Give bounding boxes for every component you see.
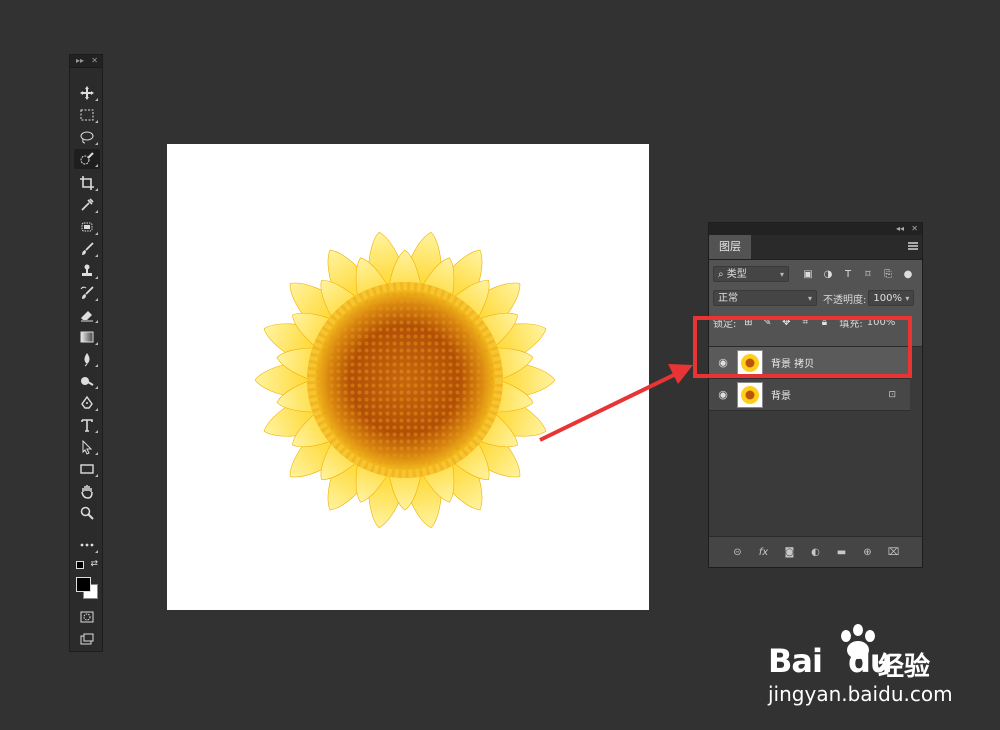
adjustment-layer-icon[interactable]: ◐ [809,547,823,558]
pen-icon [81,395,93,409]
adjustment-filter-icon[interactable]: ◑ [821,267,835,281]
highlight-box [693,316,912,378]
brush-tool[interactable] [74,239,100,259]
filter-kind-label: 类型 [726,269,747,280]
layers-panel-header[interactable]: ◂◂ ✕ [709,223,922,235]
collapse-icon[interactable]: ▸▸ [76,55,84,67]
quick-mask-button[interactable] [74,607,100,627]
visibility-eye-icon[interactable]: ◉ [713,388,733,401]
chevron-down-icon: ▾ [905,294,910,303]
move-icon [80,86,94,100]
gradient-icon [80,331,94,343]
text-icon [81,419,93,432]
layers-footer: ⊝ fx ◙ ◐ ▬ ⊕ ⌧ [709,536,922,567]
hand-icon [81,485,93,499]
more-icon [80,543,94,547]
history-brush-icon [80,286,94,299]
link-layers-icon[interactable]: ⊝ [731,547,745,558]
healing-icon [81,222,93,232]
sunflower-thumbnail-icon [741,385,759,404]
eyedropper-tool[interactable] [74,195,100,215]
panel-menu-icon[interactable] [908,242,918,250]
screen-mode-icon [80,633,94,645]
eraser-tool[interactable] [74,305,100,325]
quick-select-tool[interactable] [74,149,100,169]
search-icon: ⌕ [718,269,727,280]
sunflower-image [254,231,556,529]
opacity-input[interactable]: 100% ▾ [868,290,915,306]
eyedropper-icon [81,198,94,211]
layers-panel: ◂◂ ✕ 图层 ⌕ 类型 ▾ ▣ ◑ T ⌑ ⎘ ● 正常 ▾ 不透明度: 10… [708,222,923,568]
blur-icon [84,353,90,367]
rectangle-icon [80,464,94,474]
gradient-tool[interactable] [74,327,100,347]
move-tool[interactable] [74,83,100,103]
baidu-watermark: Bai du 经验 jingyan.baidu.com [768,622,953,712]
lock-icon[interactable]: ⊡ [888,390,896,400]
dodge-icon [81,377,94,386]
chevron-down-icon: ▾ [779,270,784,279]
more-tools-button[interactable] [74,535,100,555]
rectangle-tool[interactable] [74,459,100,479]
blend-mode-select[interactable]: 正常 ▾ [713,290,817,306]
quick-select-icon [80,152,94,165]
blur-tool[interactable] [74,349,100,369]
collapse-icon[interactable]: ◂◂ [896,223,904,235]
path-select-tool[interactable] [74,437,100,457]
type-filter-icon[interactable]: T [841,267,855,281]
stamp-tool[interactable] [74,261,100,281]
marquee-tool[interactable] [74,105,100,125]
quick-mask-icon [80,611,94,623]
close-icon[interactable]: ✕ [911,223,918,235]
marquee-icon [80,109,94,121]
layer-name[interactable]: 背景 [771,387,791,402]
watermark-url: jingyan.baidu.com [768,682,953,706]
screen-mode-button[interactable] [74,629,100,649]
tab-layers[interactable]: 图层 [709,235,751,259]
tools-panel: ▸▸ ✕ ⇄ [69,54,103,652]
fx-icon[interactable]: fx [757,547,771,558]
eraser-icon [81,311,93,322]
brand-text: Bai du [768,642,893,680]
filter-toggle-icon[interactable]: ● [901,267,915,281]
pixel-filter-icon[interactable]: ▣ [801,267,815,281]
foreground-color-swatch[interactable] [76,577,91,592]
document-canvas[interactable] [167,144,649,610]
default-colors-icon[interactable] [76,561,84,569]
group-folder-icon[interactable]: ▬ [835,547,849,558]
zoom-tool[interactable] [74,503,100,523]
filter-kind-select[interactable]: ⌕ 类型 ▾ [713,266,789,282]
dodge-tool[interactable] [74,371,100,391]
smart-object-filter-icon[interactable]: ⎘ [881,267,895,281]
close-icon[interactable]: ✕ [91,55,98,67]
color-swatches[interactable] [74,575,100,601]
history-brush-tool[interactable] [74,283,100,303]
stamp-icon [82,264,92,276]
lasso-tool[interactable] [74,127,100,147]
lasso-icon [80,131,94,144]
trash-icon[interactable]: ⌧ [887,547,901,558]
chevron-down-icon: ▾ [807,294,812,303]
opacity-label: 不透明度: [823,294,867,306]
brush-icon [82,242,94,255]
hand-tool[interactable] [74,481,100,501]
layer-row[interactable]: ◉ 背景 ⊡ [709,379,910,411]
crop-tool[interactable] [74,173,100,193]
text-tool[interactable] [74,415,100,435]
new-layer-icon[interactable]: ⊕ [861,547,875,558]
zoom-icon [80,506,94,520]
shape-filter-icon[interactable]: ⌑ [861,267,875,281]
color-swap-controls[interactable]: ⇄ [74,559,100,573]
crop-icon [80,176,94,190]
healing-tool[interactable] [74,217,100,237]
brand-cn: 经验 [878,652,931,682]
add-mask-icon[interactable]: ◙ [783,547,797,558]
pen-tool[interactable] [74,393,100,413]
path-select-icon [82,439,93,455]
layer-thumbnail [737,381,763,408]
opacity-value: 100% [873,293,902,304]
tools-panel-header[interactable]: ▸▸ ✕ [70,55,102,68]
swap-colors-icon[interactable]: ⇄ [90,559,98,569]
blend-mode-value: 正常 [718,293,738,304]
